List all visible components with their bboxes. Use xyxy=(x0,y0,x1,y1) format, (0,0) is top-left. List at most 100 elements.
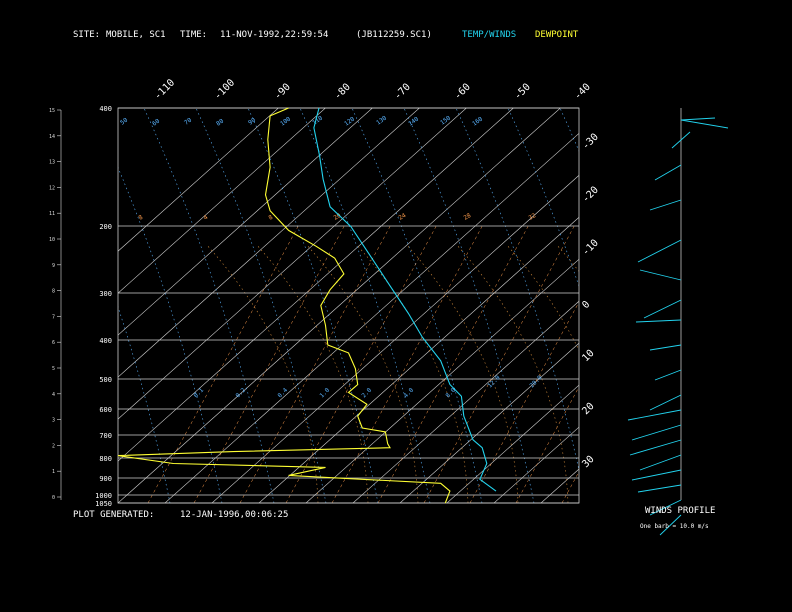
height-tick-label: 15 xyxy=(49,108,55,114)
dry-adiabat-line xyxy=(118,501,119,503)
height-tick-label: 3 xyxy=(52,418,55,424)
pressure-tick-label: 600 xyxy=(99,406,112,414)
adiabat-label: 120 xyxy=(343,115,356,127)
wind-barb-line xyxy=(629,439,682,456)
pressure-tick-label: 400 xyxy=(99,337,112,345)
wind-barb-line xyxy=(649,199,682,211)
wind-barb-line xyxy=(654,369,682,381)
moist-adiabat-line xyxy=(357,246,469,503)
adiabat-label: 60 xyxy=(151,118,161,128)
temperature-right-label: 10 xyxy=(580,348,596,364)
height-tick-label: 7 xyxy=(52,314,55,320)
skewt-chart: 4002003004005006007008009001000105001234… xyxy=(0,77,792,536)
mixing-ratio-line xyxy=(423,226,575,503)
isotherm-line xyxy=(399,342,579,503)
dry-adiabat-line xyxy=(0,108,66,503)
dry-adiabat-line xyxy=(351,108,483,503)
dry-adiabat-line xyxy=(118,166,223,503)
wind-barb-line xyxy=(639,454,682,471)
wind-barb-line xyxy=(680,119,729,129)
height-tick-label: 14 xyxy=(49,134,55,140)
dry-adiabat-line xyxy=(403,108,535,503)
pressure-tick-label: 300 xyxy=(99,290,112,298)
height-tick-label: 5 xyxy=(52,366,55,372)
dry-adiabat-line xyxy=(299,108,431,503)
temperature-right-label: -20 xyxy=(580,185,601,206)
height-tick-label: 2 xyxy=(52,443,55,449)
mixing-ratio-line xyxy=(239,226,391,503)
isotherm-line xyxy=(118,108,326,294)
adiabat-label: 70 xyxy=(183,117,193,127)
temperature-right-label: 20 xyxy=(580,401,596,417)
wind-barb-line xyxy=(627,409,682,421)
temperature-right-label: 30 xyxy=(580,454,596,470)
wind-barb-line xyxy=(637,239,682,263)
low-mixing-ratio-label: 4.0 xyxy=(402,387,415,400)
temperature-right-label: -10 xyxy=(580,238,601,259)
moist-adiabat-line xyxy=(557,246,579,272)
isotherm-line xyxy=(118,108,467,420)
mixing-ratio-label: 28 xyxy=(463,212,473,222)
isotherm-line xyxy=(118,108,279,252)
pressure-tick-label: 700 xyxy=(99,432,112,440)
adiabat-label: 100 xyxy=(279,115,292,127)
dry-adiabat-line xyxy=(455,108,579,472)
mixing-ratio-label: 24 xyxy=(398,212,408,222)
temperature-tick-label: -70 xyxy=(392,82,413,103)
adiabat-label: 150 xyxy=(439,114,452,126)
dry-adiabat-line xyxy=(118,306,171,503)
height-tick-label: 11 xyxy=(49,211,55,217)
isotherm-line xyxy=(446,384,579,503)
height-tick-label: 4 xyxy=(52,392,55,398)
winds-profile-note: One barb = 10.0 m/s xyxy=(640,523,709,530)
mixing-ratio-line xyxy=(331,226,483,503)
height-tick-label: 9 xyxy=(52,263,55,269)
pressure-tick-label: 400 xyxy=(99,105,112,113)
pressure-tick-label: 800 xyxy=(99,455,112,463)
temperature-tick-label: -80 xyxy=(332,82,353,103)
wind-barb-line xyxy=(680,131,691,141)
low-mixing-ratio-label: 0.4 xyxy=(276,387,289,400)
wind-barb-line xyxy=(680,117,716,121)
isotherm-line xyxy=(258,216,579,503)
isotherm-line xyxy=(118,108,561,503)
isotherm-line xyxy=(118,108,373,336)
height-tick-label: 13 xyxy=(49,160,55,166)
isotherm-line xyxy=(493,426,579,503)
plot-generated-label: PLOT GENERATED: xyxy=(73,510,155,520)
temperature-right-label: -30 xyxy=(580,132,601,153)
temperature-tick-label: -60 xyxy=(452,82,473,103)
low-mixing-ratio-label: 2.0 xyxy=(360,387,373,400)
height-tick-label: 6 xyxy=(52,340,55,346)
temperature-tick-label: -90 xyxy=(272,82,293,103)
temperature-tick-label: -110 xyxy=(152,77,177,102)
isotherm-line xyxy=(635,108,792,503)
pressure-tick-label: 1000 xyxy=(95,492,112,500)
wind-barb-line xyxy=(649,344,682,351)
low-mixing-ratio-label: 0.2 xyxy=(234,387,247,400)
isotherm-line xyxy=(729,108,792,503)
pressure-tick-label: 200 xyxy=(99,223,112,231)
wind-barb-line xyxy=(631,469,682,481)
pressure-tick-label: 900 xyxy=(99,475,112,483)
moist-adiabat-line xyxy=(257,246,369,503)
low-mixing-ratio-label: 12.0 xyxy=(486,374,501,389)
plot-frame xyxy=(117,107,580,504)
height-tick-label: 10 xyxy=(49,237,55,243)
mixing-ratio-line xyxy=(147,226,299,503)
isotherm-line xyxy=(588,108,792,503)
wind-barb-line xyxy=(635,319,682,323)
adiabat-label: 160 xyxy=(471,115,484,127)
isotherm-line xyxy=(118,108,514,462)
isotherm-line xyxy=(305,258,579,503)
isotherm-line xyxy=(118,108,420,378)
adiabat-label: 50 xyxy=(119,117,129,127)
adiabat-label: 80 xyxy=(215,118,225,128)
dry-adiabat-line xyxy=(0,108,14,503)
dry-adiabat-line xyxy=(195,108,327,503)
wind-barb-line xyxy=(639,269,682,281)
wind-barb-line xyxy=(654,164,682,181)
mixing-ratio-label: 4 xyxy=(203,214,210,222)
low-mixing-ratio-label: 8.0 xyxy=(444,387,457,400)
pressure-tick-label: 500 xyxy=(99,376,112,384)
